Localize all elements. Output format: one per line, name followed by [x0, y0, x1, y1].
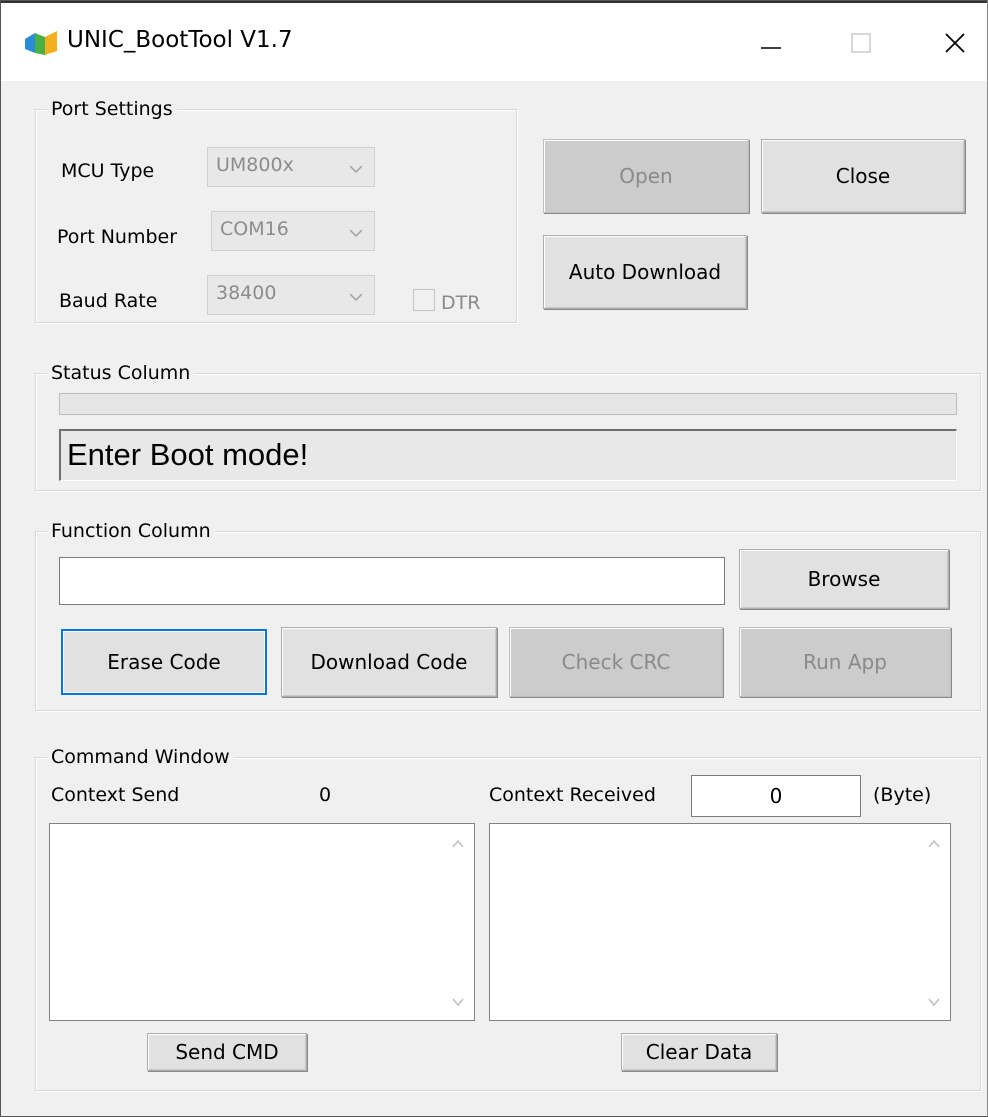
context-received-count: 0 — [691, 775, 861, 817]
mcu-type-select[interactable]: UM800x — [207, 147, 375, 187]
send-textarea[interactable] — [49, 823, 475, 1021]
mcu-type-label: MCU Type — [61, 160, 155, 182]
chevron-down-icon — [349, 293, 363, 302]
baud-rate-select[interactable]: 38400 — [207, 275, 375, 315]
clear-data-button[interactable]: Clear Data — [621, 1033, 777, 1071]
boottool-window: UNIC_BootTool V1.7 Port Settings MCU Typ… — [0, 0, 988, 1117]
run-app-button[interactable]: Run App — [739, 627, 951, 697]
port-number-select[interactable]: COM16 — [211, 211, 375, 251]
command-window-legend: Command Window — [47, 746, 234, 768]
download-code-button[interactable]: Download Code — [281, 627, 497, 697]
open-button[interactable]: Open — [543, 139, 749, 213]
context-received-label: Context Received — [489, 784, 656, 806]
close-icon — [945, 33, 965, 53]
received-textarea[interactable] — [489, 823, 951, 1021]
baud-rate-label: Baud Rate — [59, 290, 158, 312]
title-bar: UNIC_BootTool V1.7 — [1, 1, 987, 81]
dtr-label: DTR — [441, 292, 481, 314]
app-icon — [23, 29, 59, 57]
auto-download-button[interactable]: Auto Download — [543, 235, 747, 309]
close-button[interactable]: Close — [761, 139, 965, 213]
byte-unit-label: (Byte) — [873, 784, 932, 806]
baud-rate-value: 38400 — [216, 282, 277, 304]
check-crc-button[interactable]: Check CRC — [509, 627, 723, 697]
function-column-legend: Function Column — [47, 520, 215, 542]
port-number-label: Port Number — [57, 226, 178, 248]
scroll-down-icon[interactable] — [450, 994, 466, 1010]
scroll-up-icon[interactable] — [926, 836, 942, 852]
chevron-down-icon — [349, 229, 363, 238]
port-settings-legend: Port Settings — [47, 98, 177, 120]
context-send-label: Context Send — [51, 784, 180, 806]
status-message: Enter Boot mode! — [59, 429, 957, 481]
minimize-icon — [761, 47, 781, 49]
scroll-up-icon[interactable] — [450, 836, 466, 852]
maximize-icon — [851, 33, 871, 53]
minimize-button[interactable] — [741, 21, 801, 65]
context-send-count: 0 — [319, 784, 332, 806]
scroll-down-icon[interactable] — [926, 994, 942, 1010]
erase-code-button[interactable]: Erase Code — [61, 629, 267, 695]
mcu-type-value: UM800x — [216, 154, 294, 176]
file-path-input[interactable] — [59, 557, 725, 605]
download-progress-bar — [59, 393, 957, 415]
close-window-button[interactable] — [925, 21, 985, 65]
send-cmd-button[interactable]: Send CMD — [147, 1033, 307, 1071]
chevron-down-icon — [349, 165, 363, 174]
browse-button[interactable]: Browse — [739, 549, 949, 609]
maximize-button[interactable] — [831, 21, 891, 65]
port-number-value: COM16 — [220, 218, 289, 240]
window-title: UNIC_BootTool V1.7 — [67, 27, 293, 53]
dtr-checkbox[interactable] — [413, 289, 435, 311]
status-column-legend: Status Column — [47, 362, 195, 384]
